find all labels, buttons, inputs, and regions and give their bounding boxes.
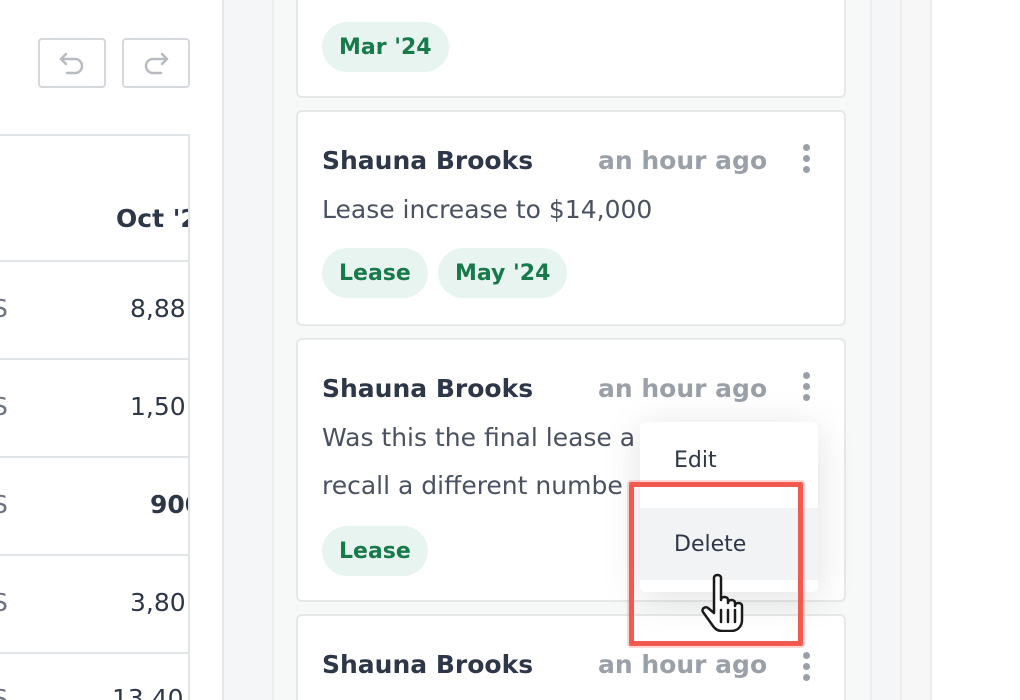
- more-options-icon[interactable]: [798, 652, 814, 688]
- comment-author: Shauna Brooks: [322, 650, 534, 679]
- row-label-fragment: S: [0, 294, 8, 323]
- comment-author: Shauna Brooks: [322, 374, 534, 403]
- grid-cell[interactable]: 13,40: [112, 684, 184, 700]
- column-header[interactable]: Oct '2: [116, 204, 188, 233]
- row-label-fragment: S: [0, 490, 8, 519]
- menu-item-edit[interactable]: Edit: [640, 428, 818, 492]
- comment-time: an hour ago: [598, 650, 768, 679]
- row-label-fragment: S: [0, 588, 8, 617]
- spreadsheet-area: Oct '2 S 8,88 S 1,50 S 900 S 3,80 S 13,4…: [0, 0, 222, 700]
- more-options-icon[interactable]: [798, 372, 814, 408]
- hand-pointer-icon: [701, 573, 744, 632]
- tag-lease[interactable]: Lease: [322, 526, 428, 576]
- row-divider: [0, 260, 188, 262]
- row-label-fragment: S: [0, 684, 8, 700]
- row-divider: [0, 358, 188, 360]
- grid-cell[interactable]: 8,88: [130, 294, 186, 323]
- row-divider: [0, 554, 188, 556]
- comment-body: Lease increase to $14,000: [322, 195, 653, 224]
- comment-card: Shauna Brooks an hour ago: [296, 614, 846, 700]
- grid-cell[interactable]: 1,50: [130, 392, 186, 421]
- row-divider: [0, 652, 188, 654]
- comment-options-menu: Edit Delete: [640, 422, 818, 592]
- panel-edge: [900, 0, 932, 700]
- row-label-fragment: S: [0, 392, 8, 421]
- grid-cell[interactable]: 900: [150, 490, 188, 519]
- comment-body-line: recall a different numbe: [322, 471, 623, 500]
- more-options-icon[interactable]: [798, 144, 814, 180]
- comment-card: Shauna Brooks an hour ago Lease increase…: [296, 110, 846, 326]
- comment-time: an hour ago: [598, 374, 768, 403]
- grid-clip: Oct '2 S 8,88 S 1,50 S 900 S 3,80 S 13,4…: [0, 0, 188, 700]
- comment-card: Mar '24: [296, 0, 846, 98]
- tag-date[interactable]: May '24: [438, 248, 568, 298]
- tag-lease[interactable]: Lease: [322, 248, 428, 298]
- grid-cell[interactable]: 3,80: [130, 588, 186, 617]
- tag-date[interactable]: Mar '24: [322, 22, 449, 72]
- comment-author: Shauna Brooks: [322, 146, 534, 175]
- comment-body-line: Was this the final lease a: [322, 423, 636, 452]
- menu-item-delete[interactable]: Delete: [640, 508, 818, 580]
- comment-time: an hour ago: [598, 146, 768, 175]
- row-divider: [0, 456, 188, 458]
